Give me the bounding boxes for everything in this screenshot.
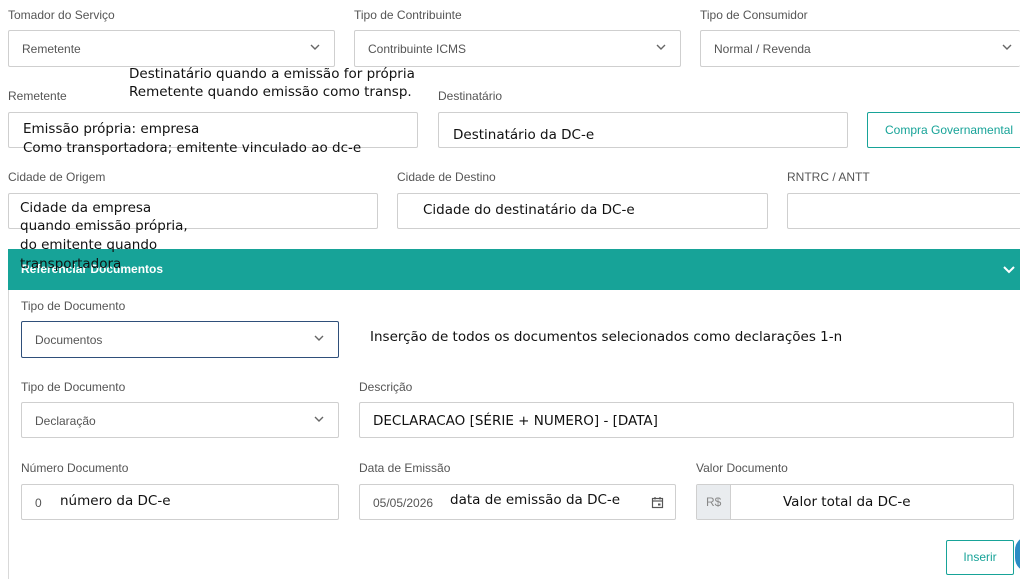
party-note-line1: Destinatário quando a emissão for própri… [129,66,415,82]
currency-prefix: R$ [706,495,722,509]
data-emissao-label: Data de Emissão [359,461,451,475]
tipo-contribuinte-value: Contribuinte ICMS [368,42,467,56]
tipo-documento-value: Documentos [35,333,103,347]
tomador-value: Remetente [22,42,81,56]
party-note-line2: Remetente quando emissão como transp. [129,84,412,100]
tipo-contribuinte-select[interactable]: Contribuinte ICMS [354,30,681,67]
floating-help-button[interactable] [1015,536,1020,572]
numero-documento-label: Número Documento [21,461,129,475]
tipo-documento-note: Inserção de todos os documentos selecion… [370,329,843,345]
tomador-label: Tomador do Serviço [8,8,115,22]
tipo-documento-select[interactable]: Documentos [21,321,339,358]
data-emissao-input[interactable]: 05/05/2026 data de emissão da DC-e [359,484,676,520]
data-emissao-note: data de emissão da DC-e [450,492,621,508]
tipo-documento-2-value: Declaração [35,414,96,428]
chevron-down-icon [310,44,320,50]
referenciar-documentos-header[interactable]: Referenciar Documentos [8,249,1020,290]
cidade-destino-note: Cidade do destinatário da DC-e [423,202,635,218]
cidade-destino-field[interactable]: Cidade do destinatário da DC-e [397,193,768,229]
tomador-select[interactable]: Remetente [8,30,335,67]
rntrc-label: RNTRC / ANTT [787,170,870,184]
chevron-down-icon [314,416,324,422]
chevron-down-icon [1003,266,1015,274]
destinatario-label: Destinatário [438,89,503,103]
destinatario-field[interactable]: Destinatário da DC-e [438,112,848,148]
chevron-down-icon [656,44,666,50]
numero-documento-value: 0 [35,496,42,510]
calendar-icon[interactable] [651,496,664,509]
cidade-origem-label: Cidade de Origem [8,170,106,184]
chevron-down-icon [314,335,324,341]
rntrc-input[interactable] [787,193,1020,229]
tipo-documento-label: Tipo de Documento [21,299,126,313]
remetente-note-line1: Emissão própria: empresa [23,121,200,137]
tipo-contribuinte-label: Tipo de Contribuinte [354,8,462,22]
cidade-origem-note-line3: do emitente quando [20,237,158,253]
tipo-documento-2-label: Tipo de Documento [21,380,126,394]
descricao-input[interactable]: DECLARACAO [SÉRIE + NUMERO] - [DATA] [359,402,1014,438]
tipo-consumidor-select[interactable]: Normal / Revenda [700,30,1020,67]
cidade-destino-label: Cidade de Destino [397,170,496,184]
valor-documento-note: Valor total da DC-e [783,494,911,510]
inserir-button[interactable]: Inserir [946,540,1014,575]
cidade-origem-note-line2: quando emissão própria, [20,218,188,234]
descricao-value: DECLARACAO [SÉRIE + NUMERO] - [DATA] [373,413,658,429]
compra-governamental-button[interactable]: Compra Governamental [867,112,1020,148]
valor-documento-label: Valor Documento [696,461,788,475]
cidade-origem-note-line4: transportadora [20,256,122,272]
descricao-label: Descrição [359,380,413,394]
numero-documento-input[interactable]: 0 número da DC-e [21,484,339,520]
data-emissao-value: 05/05/2026 [373,496,434,510]
cidade-origem-note-line1: Cidade da empresa [20,200,152,216]
destinatario-note: Destinatário da DC-e [453,127,595,143]
valor-documento-input[interactable]: R$ Valor total da DC-e [696,484,1014,520]
tipo-consumidor-value: Normal / Revenda [714,42,811,56]
chevron-down-icon [1002,44,1012,50]
tipo-consumidor-label: Tipo de Consumidor [700,8,808,22]
remetente-note-line2: Como transportadora; emitente vinculado … [23,140,362,156]
remetente-label: Remetente [8,89,67,103]
currency-addon: R$ [697,485,731,519]
section-border [8,290,9,579]
numero-documento-note: número da DC-e [60,493,171,509]
tipo-documento-2-select[interactable]: Declaração [21,402,339,438]
